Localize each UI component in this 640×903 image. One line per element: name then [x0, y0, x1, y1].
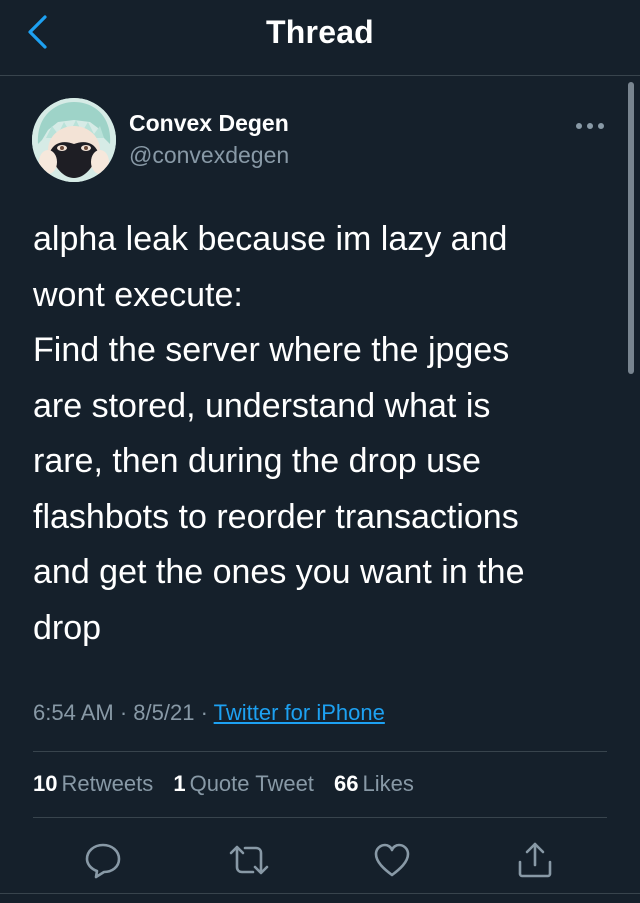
share-icon — [518, 842, 552, 878]
quote-tweets-label: Quote Tweet — [189, 771, 314, 796]
retweets-label: Retweets — [61, 771, 154, 796]
meta-separator: · — [200, 700, 208, 725]
tweet-text: alpha leak because im lazy and wont exec… — [33, 220, 525, 647]
retweet-button[interactable] — [227, 838, 271, 882]
share-button[interactable] — [513, 838, 557, 882]
retweet-icon — [229, 845, 269, 875]
divider — [33, 751, 607, 752]
tweet-meta: 6:54 AM · 8/5/21 · Twitter for iPhone — [33, 700, 385, 726]
reply-icon — [85, 843, 121, 879]
quote-tweets-count: 1 — [173, 771, 186, 796]
meta-separator: · — [119, 700, 128, 725]
retweets-count: 10 — [33, 771, 58, 796]
retweets-stat[interactable]: 10 Retweets — [33, 771, 153, 797]
likes-stat[interactable]: 66 Likes — [334, 771, 414, 797]
divider — [0, 893, 640, 894]
author-name[interactable]: Convex Degen — [129, 110, 289, 137]
author-handle[interactable]: @convexdegen — [129, 142, 289, 169]
quote-tweets-stat[interactable]: 1 Quote Tweet — [173, 771, 314, 797]
tweet-date: 8/5/21 — [133, 700, 195, 725]
heart-icon — [374, 843, 410, 877]
page-title: Thread — [266, 14, 374, 50]
divider — [33, 817, 607, 818]
more-options-button[interactable] — [570, 114, 610, 138]
likes-count: 66 — [334, 771, 359, 796]
like-button[interactable] — [370, 838, 414, 882]
avatar[interactable] — [32, 98, 116, 182]
likes-label: Likes — [362, 771, 414, 796]
more-horizontal-icon — [576, 123, 604, 129]
tweet-time: 6:54 AM — [33, 700, 114, 725]
scrollbar[interactable] — [628, 82, 634, 374]
tweet-source-link[interactable]: Twitter for iPhone — [214, 700, 385, 725]
top-bar: Thread — [0, 0, 640, 76]
reply-button[interactable] — [81, 838, 125, 882]
avatar-image — [32, 98, 116, 182]
tweet-stats: 10 Retweets 1 Quote Tweet 66 Likes — [33, 771, 428, 797]
